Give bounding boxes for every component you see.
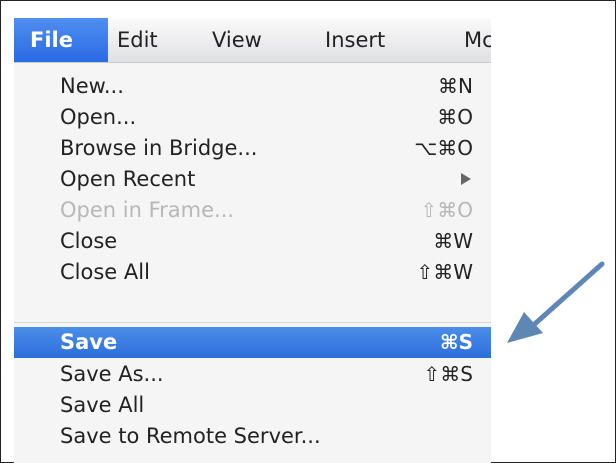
menu-item-label: Browse in Bridge... — [60, 136, 258, 160]
menu-item-close-all[interactable]: Close All ⇧⌘W — [14, 257, 491, 287]
menu-item-close[interactable]: Close ⌘W — [14, 226, 491, 256]
menu-item-label: Open... — [60, 105, 137, 129]
screenshot-frame: File Edit View Insert Mc New... ⌘N Open.… — [0, 0, 616, 463]
menu-item-label: Save to Remote Server... — [60, 424, 321, 448]
menu-item-shortcut: ⌘W — [433, 229, 473, 253]
submenu-arrow-icon — [461, 173, 471, 185]
application-menu: File Edit View Insert Mc New... ⌘N Open.… — [14, 18, 491, 463]
file-menu-list: New... ⌘N Open... ⌘O Browse in Bridge...… — [14, 63, 491, 463]
menu-item-label: Save As... — [60, 362, 164, 386]
menu-item-shortcut: ⌘O — [437, 105, 473, 129]
menu-item-new[interactable]: New... ⌘N — [14, 71, 491, 101]
menu-item-open[interactable]: Open... ⌘O — [14, 102, 491, 132]
menu-item-label: New... — [60, 74, 124, 98]
menu-item-shortcut: ⇧⌘W — [416, 260, 473, 284]
menu-item-shortcut: ⌘N — [438, 74, 473, 98]
menubar-truncated-item[interactable]: Mc — [464, 18, 491, 62]
menu-item-open-in-frame: Open in Frame... ⇧⌘O — [14, 195, 491, 225]
menu-item-label: Save All — [60, 393, 145, 417]
menubar-edit[interactable]: Edit — [117, 18, 158, 62]
menu-item-label: Save — [60, 330, 118, 354]
menubar-view[interactable]: View — [212, 18, 262, 62]
menu-item-open-recent[interactable]: Open Recent — [14, 164, 491, 194]
menu-item-label: Open Recent — [60, 167, 196, 191]
menu-item-save-to-remote-server[interactable]: Save to Remote Server... — [14, 421, 491, 451]
menu-item-save[interactable]: Save ⌘S — [14, 327, 491, 358]
pointer-arrow-icon — [507, 261, 605, 343]
menu-separator — [14, 322, 491, 323]
menu-item-browse-in-bridge[interactable]: Browse in Bridge... ⌥⌘O — [14, 133, 491, 163]
menu-item-save-as[interactable]: Save As... ⇧⌘S — [14, 359, 491, 389]
menu-item-shortcut: ⌥⌘O — [414, 136, 473, 160]
menubar-file[interactable]: File — [14, 18, 108, 62]
menu-item-label: Open in Frame... — [60, 198, 235, 222]
menubar-insert[interactable]: Insert — [325, 18, 385, 62]
menu-item-shortcut: ⇧⌘S — [423, 362, 473, 386]
menu-item-save-all[interactable]: Save All — [14, 390, 491, 420]
menubar: File Edit View Insert Mc — [14, 18, 491, 63]
menu-item-shortcut: ⌘S — [440, 330, 473, 354]
menu-item-label: Close — [60, 229, 118, 253]
menu-item-shortcut: ⇧⌘O — [420, 198, 474, 222]
menu-item-label: Close All — [60, 260, 150, 284]
